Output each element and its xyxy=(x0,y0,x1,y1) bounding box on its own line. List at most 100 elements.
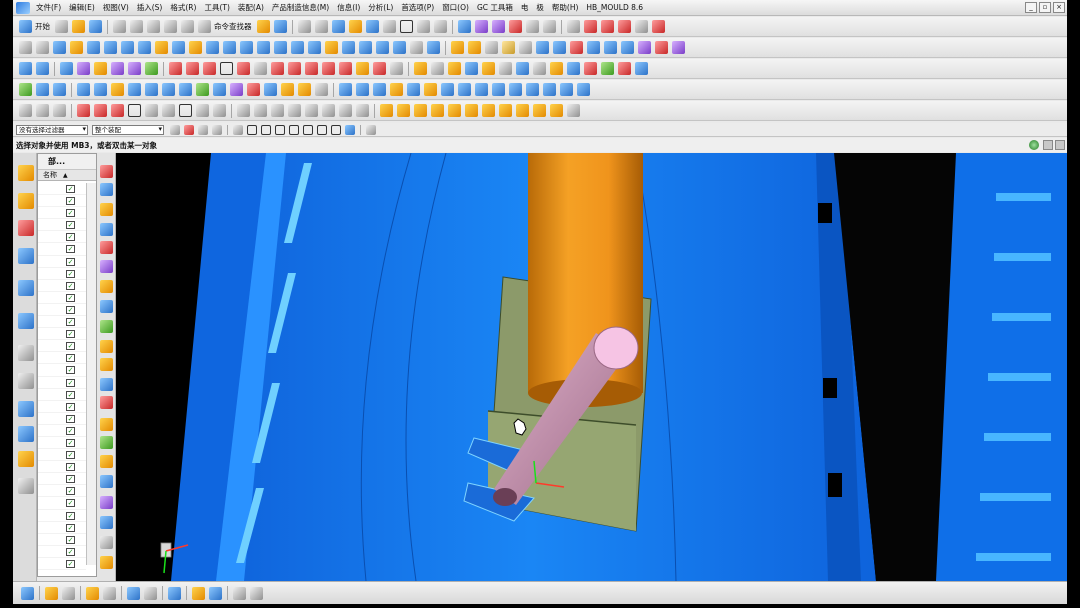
visibility-checkbox[interactable]: ✓ xyxy=(66,197,75,206)
sketch-circle-icon[interactable] xyxy=(128,104,141,117)
mold-template-icon[interactable] xyxy=(424,83,437,96)
navigator-row[interactable]: ✓ xyxy=(38,268,86,280)
visibility-checkbox[interactable]: ✓ xyxy=(66,245,75,254)
divide-curve-icon[interactable] xyxy=(373,62,386,75)
shell-body-icon[interactable] xyxy=(100,496,113,509)
layer-settings-icon[interactable] xyxy=(433,20,447,33)
split-body-icon[interactable] xyxy=(427,41,440,54)
constraint-navigator-icon[interactable] xyxy=(18,193,34,209)
face-select-icon[interactable] xyxy=(233,124,243,135)
paste-icon[interactable] xyxy=(147,20,160,33)
bolt-icon[interactable] xyxy=(86,586,99,600)
constraint-icon[interactable] xyxy=(356,104,369,117)
visibility-checkbox[interactable]: ✓ xyxy=(66,463,75,472)
assembly-load-icon[interactable] xyxy=(21,586,34,600)
history-icon[interactable] xyxy=(18,345,34,361)
navigator-row[interactable]: ✓ xyxy=(38,546,86,558)
ejector-pin-icon[interactable] xyxy=(621,41,634,54)
sort-arrow-icon[interactable]: ▲ xyxy=(63,172,68,179)
finish-sketch-icon[interactable] xyxy=(19,104,32,117)
line-icon[interactable] xyxy=(169,62,182,75)
revolve-icon[interactable] xyxy=(70,41,83,54)
work-layer-icon[interactable] xyxy=(416,20,430,33)
close-button[interactable]: × xyxy=(1053,2,1065,13)
background-icon[interactable] xyxy=(399,20,413,33)
constrain-face-icon[interactable] xyxy=(100,396,113,409)
select-all-icon[interactable] xyxy=(170,124,180,135)
move-object-icon[interactable] xyxy=(499,62,512,75)
visibility-checkbox[interactable]: ✓ xyxy=(66,475,75,484)
visibility-checkbox[interactable]: ✓ xyxy=(66,451,75,460)
control-point-icon[interactable] xyxy=(275,124,285,135)
status-toggle-icon[interactable] xyxy=(1055,140,1065,150)
visibility-checkbox[interactable]: ✓ xyxy=(66,269,75,278)
copy-face-icon[interactable] xyxy=(100,340,113,353)
visibility-checkbox[interactable]: ✓ xyxy=(66,342,75,351)
web-browser-icon[interactable] xyxy=(18,280,34,296)
navigator-row[interactable]: ✓ xyxy=(38,304,86,317)
edit-feature-icon[interactable] xyxy=(584,62,597,75)
open-folder-icon[interactable] xyxy=(72,20,85,33)
visibility-checkbox[interactable]: ✓ xyxy=(66,559,75,568)
type-filter-select[interactable]: 没有选择过滤器 xyxy=(16,124,88,135)
wave-icon[interactable] xyxy=(533,104,546,117)
visibility-checkbox[interactable]: ✓ xyxy=(66,354,75,363)
label-chamfer-icon[interactable] xyxy=(100,280,113,293)
spline-icon[interactable] xyxy=(651,20,665,33)
snap-settings-icon[interactable] xyxy=(366,124,376,135)
navigator-row[interactable]: ✓ xyxy=(38,461,86,474)
navigator-row[interactable]: ✓ xyxy=(38,389,86,401)
navigator-row[interactable]: ✓ xyxy=(38,256,86,268)
replace-icon[interactable] xyxy=(601,62,614,75)
rectangle-select-icon[interactable] xyxy=(212,124,222,135)
mold-tools-icon[interactable] xyxy=(553,41,566,54)
fillet-icon[interactable] xyxy=(145,104,158,117)
ruler-icon[interactable] xyxy=(542,20,556,33)
navigator-row[interactable]: ✓ xyxy=(38,183,86,196)
mold-wizard-icon[interactable] xyxy=(451,41,464,54)
snap-icon[interactable] xyxy=(508,20,522,33)
menu-insert[interactable]: 插入(S) xyxy=(133,2,167,13)
menu-information[interactable]: 信息(I) xyxy=(333,2,364,13)
through-curves-icon[interactable] xyxy=(77,62,90,75)
visibility-checkbox[interactable]: ✓ xyxy=(66,293,75,302)
casting-icon[interactable] xyxy=(373,83,386,96)
navigator-row[interactable]: ✓ xyxy=(38,328,86,341)
visibility-checkbox[interactable]: ✓ xyxy=(66,535,75,544)
hammer-icon[interactable] xyxy=(550,62,563,75)
menu-window[interactable]: 窗口(O) xyxy=(438,2,473,13)
drawing-icon[interactable] xyxy=(356,83,369,96)
blank-icon[interactable] xyxy=(509,83,522,96)
block-icon[interactable] xyxy=(121,41,134,54)
mold-csys-icon[interactable] xyxy=(485,41,498,54)
define-regions-icon[interactable] xyxy=(162,83,175,96)
linear-dimension-icon[interactable] xyxy=(100,418,113,431)
reposition-icon[interactable] xyxy=(465,104,478,117)
start-button[interactable]: 开始 xyxy=(35,21,50,32)
unused-parts-icon[interactable] xyxy=(407,83,420,96)
chamfer-icon[interactable] xyxy=(325,41,338,54)
fit-view-icon[interactable] xyxy=(297,20,311,33)
menu-file[interactable]: 文件(F) xyxy=(32,2,65,13)
navigator-row[interactable]: ✓ xyxy=(38,316,86,329)
move-face-icon[interactable] xyxy=(100,183,113,196)
navigator-row[interactable]: ✓ xyxy=(38,207,86,220)
extrude-icon[interactable] xyxy=(53,41,66,54)
manufacturing-wizards-icon[interactable] xyxy=(18,426,34,442)
text-icon[interactable] xyxy=(254,62,267,75)
document-icon[interactable] xyxy=(634,20,648,33)
existing-point-icon[interactable] xyxy=(331,124,341,135)
subtract-icon[interactable] xyxy=(291,41,304,54)
command-finder-button[interactable]: 命令查找器 xyxy=(214,21,252,32)
exploded-view-icon[interactable] xyxy=(550,104,563,117)
curve-edit-icon[interactable] xyxy=(600,20,614,33)
navigator-row[interactable]: ✓ xyxy=(38,195,86,208)
weld-icon[interactable] xyxy=(144,586,157,600)
copy-icon[interactable] xyxy=(130,20,143,33)
redo-icon[interactable] xyxy=(181,20,194,33)
general-select-icon[interactable] xyxy=(198,124,208,135)
system-materials-icon[interactable] xyxy=(18,373,34,389)
pattern-curve-icon[interactable] xyxy=(322,104,335,117)
part-family-icon[interactable] xyxy=(192,586,205,600)
point-on-face-icon[interactable] xyxy=(345,124,355,135)
